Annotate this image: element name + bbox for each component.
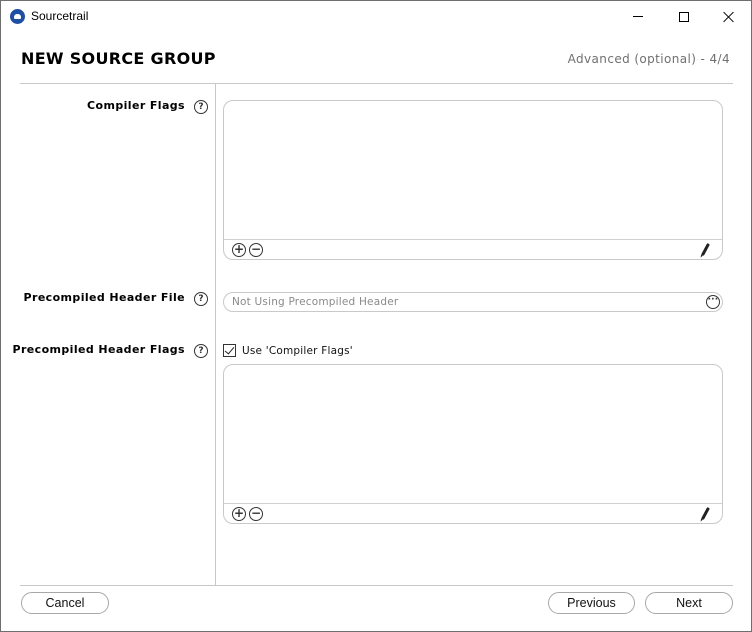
add-flag-icon[interactable]: + [232,243,246,257]
precompiled-header-flags-help-icon[interactable]: ? [194,344,208,358]
maximize-button[interactable] [661,1,707,32]
compiler-flags-help-icon[interactable]: ? [194,100,208,114]
minimize-icon [633,16,643,17]
precompiled-header-file-label: Precompiled Header File [23,291,185,304]
precompiled-header-file-input[interactable]: Not Using Precompiled Header ··· [223,292,723,312]
column-divider [215,84,216,585]
page-title: NEW SOURCE GROUP [21,49,216,68]
remove-flag-icon[interactable]: − [249,507,263,521]
add-flag-icon[interactable]: + [232,507,246,521]
title-bar: Sourcetrail [1,1,751,32]
remove-flag-icon[interactable]: − [249,243,263,257]
dialog-window: Sourcetrail NEW SOURCE GROUP Advanced (o… [0,0,752,632]
close-button[interactable] [706,1,752,32]
footer-divider [20,585,733,586]
step-indicator: Advanced (optional) - 4/4 [567,52,730,66]
next-button[interactable]: Next [645,592,733,614]
sourcetrail-logo-icon [10,9,25,24]
maximize-icon [679,11,689,22]
precompiled-header-file-help-icon[interactable]: ? [194,292,208,306]
compiler-flags-list[interactable]: + − [223,100,723,260]
compiler-flags-toolbar: + − [224,239,722,259]
minimize-button[interactable] [615,1,661,32]
edit-pencil-icon[interactable] [701,243,710,256]
previous-button[interactable]: Previous [548,592,635,614]
close-icon [723,11,735,23]
precompiled-header-placeholder: Not Using Precompiled Header [232,296,399,308]
precompiled-header-flags-toolbar: + − [224,503,722,523]
cancel-button[interactable]: Cancel [21,592,109,614]
precompiled-header-flags-list[interactable]: + − [223,364,723,524]
window-title: Sourcetrail [31,9,89,23]
edit-pencil-icon[interactable] [701,507,710,520]
use-compiler-flags-checkbox[interactable] [223,344,236,357]
browse-more-icon[interactable]: ··· [706,295,720,309]
precompiled-header-flags-label: Precompiled Header Flags [12,343,185,356]
header-divider [20,83,733,84]
compiler-flags-label: Compiler Flags [87,99,185,112]
use-compiler-flags-label[interactable]: Use 'Compiler Flags' [242,345,353,357]
